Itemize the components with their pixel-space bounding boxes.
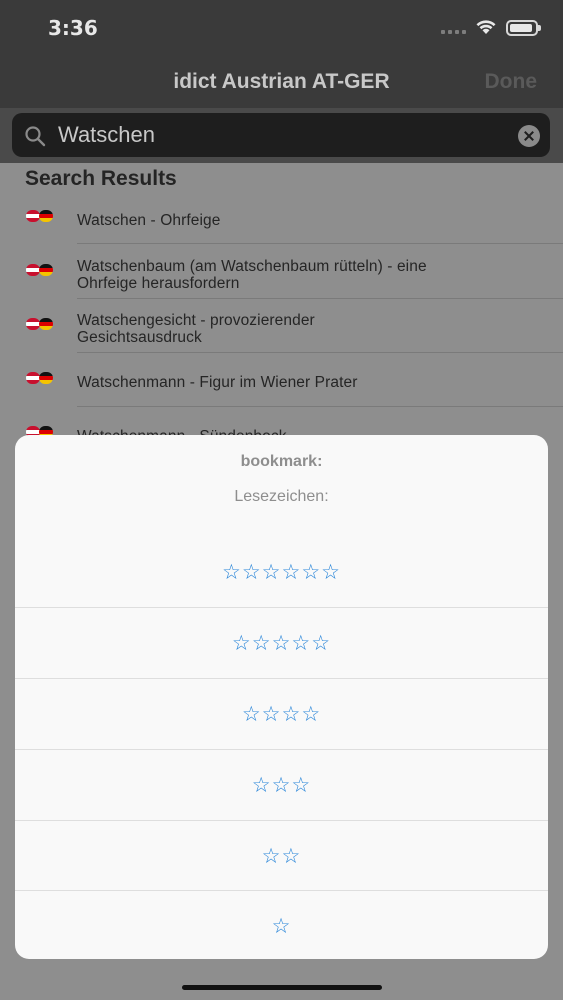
battery-icon	[506, 20, 541, 36]
bookmark-option-1-star[interactable]: ☆	[15, 891, 548, 959]
germany-flag-icon	[39, 264, 53, 276]
germany-flag-icon	[39, 318, 53, 330]
navigation-bar: idict Austrian AT-GER Done	[0, 56, 563, 108]
list-item-text: Watschenbaum (am Watschenbaum rütteln) -…	[77, 258, 427, 292]
clear-icon[interactable]	[518, 125, 540, 147]
home-indicator[interactable]	[182, 985, 382, 990]
star-icon: ☆	[271, 914, 292, 938]
star-icon: ☆☆☆☆☆	[231, 631, 332, 655]
bookmark-option-4-stars[interactable]: ☆☆☆☆	[15, 679, 548, 749]
sheet-title: bookmark:	[240, 453, 323, 470]
nav-title: idict Austrian AT-GER	[173, 70, 390, 93]
germany-flag-icon	[39, 372, 53, 384]
language-flags	[26, 318, 54, 330]
bookmark-option-5-stars[interactable]: ☆☆☆☆☆	[15, 608, 548, 678]
bookmark-option-6-stars[interactable]: ☆☆☆☆☆☆	[15, 537, 548, 607]
status-time: 3:36	[48, 16, 98, 40]
sheet-message: Lesezeichen:	[234, 488, 329, 505]
search-bar: Watschen	[0, 108, 563, 163]
bookmark-option-2-stars[interactable]: ☆☆	[15, 821, 548, 891]
list-item[interactable]: Watschen - Ohrfeige	[0, 190, 563, 244]
austria-flag-icon	[26, 210, 40, 222]
list-item[interactable]: Watschenbaum (am Watschenbaum rütteln) -…	[0, 244, 563, 299]
search-input-value: Watschen	[58, 122, 156, 147]
list-item[interactable]: Watschenmann - Figur im Wiener Prater	[0, 352, 563, 407]
language-flags	[26, 210, 54, 222]
done-button[interactable]: Done	[485, 70, 538, 94]
star-icon: ☆☆	[261, 844, 302, 868]
austria-flag-icon	[26, 264, 40, 276]
list-item-text: Watschengesicht - provozierender Gesichts…	[77, 312, 315, 346]
language-flags	[26, 372, 54, 384]
austria-flag-icon	[26, 318, 40, 330]
language-flags	[26, 264, 54, 276]
austria-flag-icon	[26, 372, 40, 384]
search-icon	[25, 126, 46, 147]
bookmark-action-sheet: bookmark: Lesezeichen: ☆☆☆☆☆☆ ☆☆☆☆☆ ☆☆☆☆…	[15, 435, 548, 959]
bookmark-option-3-stars[interactable]: ☆☆☆	[15, 750, 548, 820]
section-header: Search Results	[25, 167, 177, 190]
star-icon: ☆☆☆	[251, 773, 312, 797]
list-item-text: Watschen - Ohrfeige	[77, 212, 221, 229]
germany-flag-icon	[39, 210, 53, 222]
star-icon: ☆☆☆☆☆☆	[222, 560, 341, 584]
status-bar: 3:36	[0, 0, 563, 56]
wifi-icon	[476, 20, 496, 34]
cellular-signal-icon	[441, 30, 466, 34]
star-icon: ☆☆☆☆	[241, 702, 322, 726]
list-item[interactable]: Watschengesicht - provozierender Gesichts…	[0, 298, 563, 353]
list-item-text: Watschenmann - Figur im Wiener Prater	[77, 374, 358, 391]
search-input[interactable]: Watschen	[12, 113, 550, 157]
